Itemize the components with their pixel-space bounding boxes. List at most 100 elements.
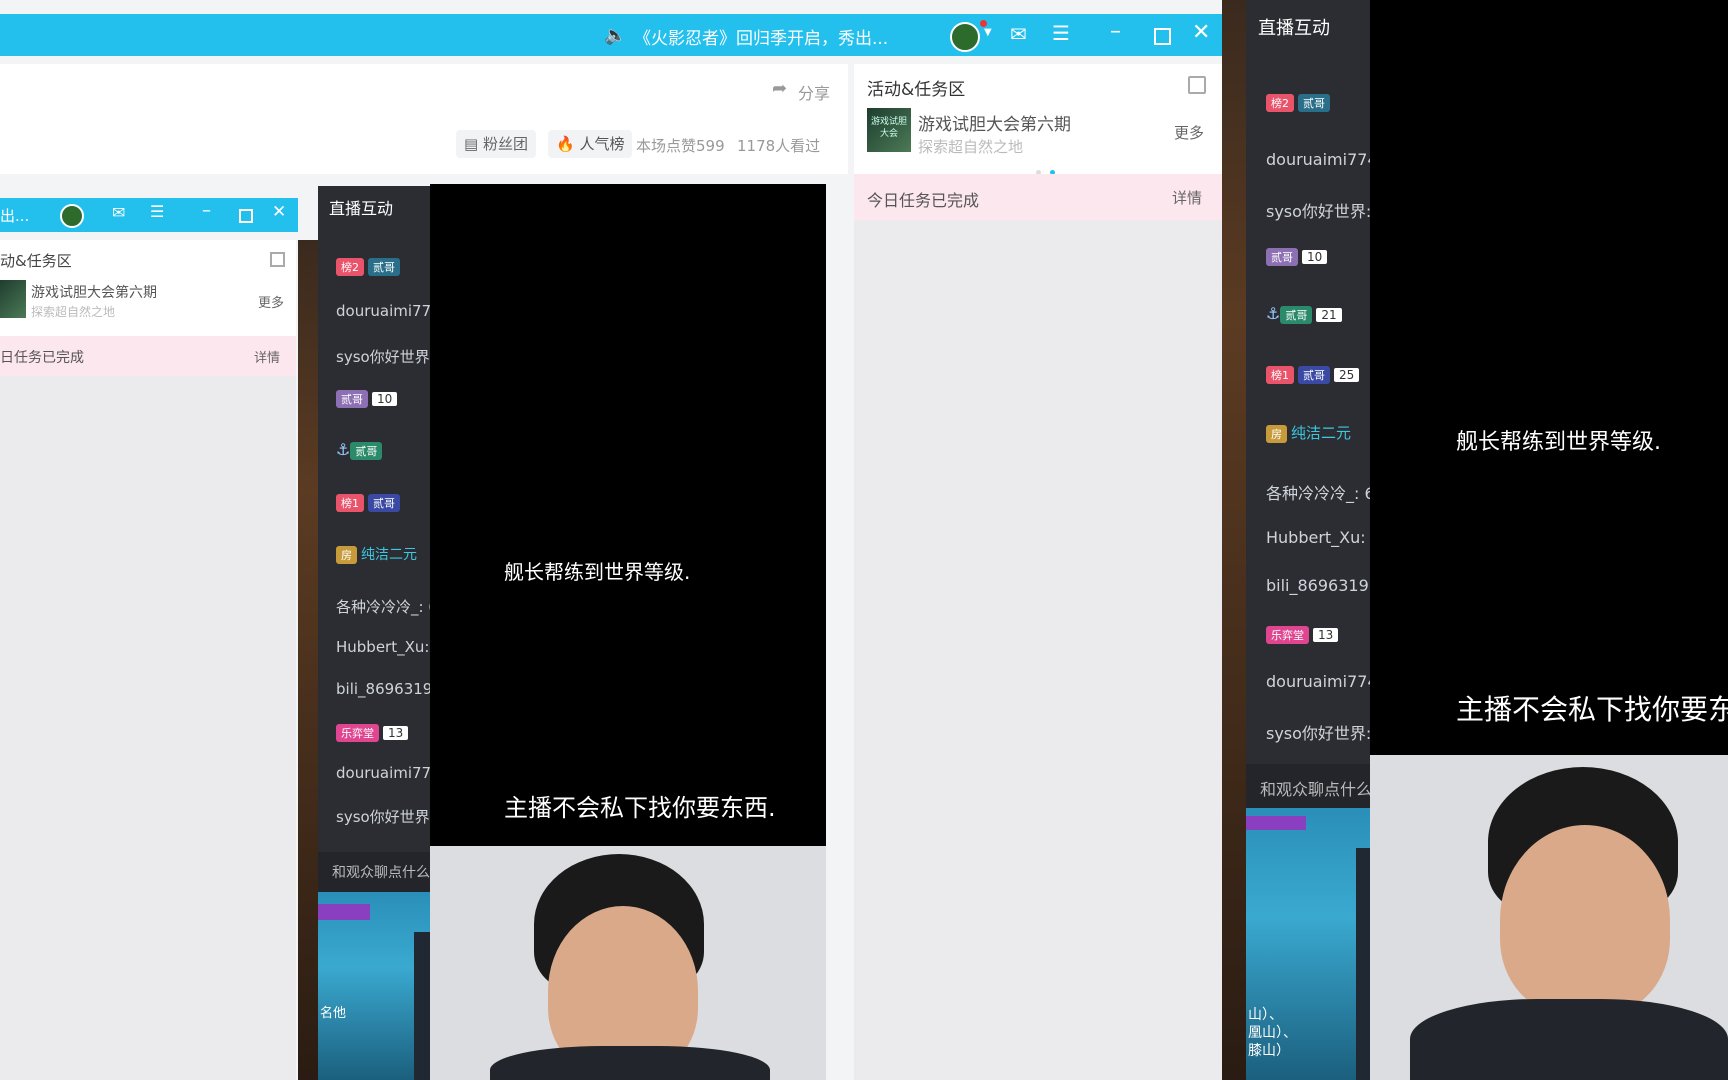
room-badge: 房: [1266, 425, 1287, 443]
mail-icon[interactable]: ✉: [1010, 22, 1027, 46]
medal-badge: 贰哥: [1298, 94, 1330, 112]
game-preview: 名他: [318, 892, 430, 1080]
nested-event-name[interactable]: 游戏试胆大会第六期: [31, 282, 157, 302]
chat-title: 直播互动: [1258, 18, 1330, 39]
nested-task-bar[interactable]: 日任务已完成 详情: [0, 336, 296, 376]
chat-input-bar[interactable]: 和观众聊点什么: [318, 852, 430, 892]
main-title-bar: 🔈 《火影忍者》回归季开启，秀出... ▼ ✉ ☰ – ✕: [0, 14, 1222, 56]
chat-item: douruaimi774: [336, 764, 430, 782]
popularity-button[interactable]: 🔥 人气榜: [548, 130, 633, 158]
task-bar[interactable]: 今日任务已完成 详情: [854, 174, 1222, 220]
rank-badge: 榜2: [336, 258, 364, 276]
subtitle-line-2: 主播不会私下找你要东西.: [504, 794, 776, 822]
chat-item: Hubbert_Xu: 6: [1266, 528, 1370, 547]
medal-badge: 贰哥: [1298, 366, 1330, 384]
chat-item: 房纯洁二元: [1266, 422, 1370, 480]
chat-panel-right: 直播互动 榜2 贰哥 douruaimi774 syso你好世界: 贰哥 10 ⚓ 贰…: [1246, 0, 1370, 1080]
chat-item: 榜2 贰哥: [1266, 92, 1370, 150]
announcement-text[interactable]: 《火影忍者》回归季开启，秀出...: [634, 24, 888, 49]
chat-item: 各种冷冷冷_: 6: [336, 598, 430, 616]
chat-item: douruaimi774: [1266, 150, 1370, 169]
room-badge: 房: [336, 546, 357, 564]
nested-collapse-icon[interactable]: [270, 252, 285, 267]
event-thumbnail[interactable]: 游戏试胆大会: [867, 108, 911, 152]
fans-icon: ▤: [464, 135, 479, 153]
chevron-down-icon[interactable]: ▼: [984, 27, 992, 38]
rank-badge: 榜1: [336, 494, 364, 512]
nested-avatar[interactable]: [60, 204, 84, 228]
collapse-icon[interactable]: [1188, 76, 1206, 94]
chat-item: syso你好世界:: [1266, 724, 1370, 743]
level-badge: 13: [383, 726, 409, 740]
detail-link[interactable]: 详情: [1172, 187, 1202, 208]
maximize-icon[interactable]: [1154, 28, 1171, 45]
chat-input-bar[interactable]: 和观众聊点什么: [1246, 764, 1370, 808]
chat-item: 贰哥 10: [1266, 246, 1370, 304]
game-text: 名他: [320, 1006, 347, 1021]
level-badge: 10: [1302, 250, 1328, 264]
nested-menu-icon[interactable]: ☰: [150, 202, 164, 221]
nested-detail-link[interactable]: 详情: [254, 347, 280, 366]
chat-list: 榜2 贰哥 douruaimi774 syso你好世界: 贰哥 10 ⚓ 贰哥 21 榜…: [1266, 92, 1370, 760]
fans-label: 粉丝团: [482, 135, 528, 153]
chat-item: Hubbert_Xu: 6: [336, 638, 430, 656]
chat-item: 贰哥 10: [336, 388, 430, 440]
medal-badge: 贰哥: [1266, 248, 1298, 266]
video-player-middle[interactable]: 舰长帮练到世界等级. 主播不会私下找你要东西.: [430, 184, 826, 846]
flame-icon: 🔥: [556, 135, 575, 153]
share-button[interactable]: 分享: [798, 80, 830, 104]
level-badge: 21: [1316, 308, 1342, 322]
nested-more-button[interactable]: 更多: [258, 292, 284, 311]
minimize-icon[interactable]: –: [1110, 19, 1121, 44]
nested-maximize-icon[interactable]: [239, 209, 253, 223]
video-player-right[interactable]: 舰长帮练到世界等级. 主播不会私下找你要东西.: [1370, 0, 1728, 755]
more-button[interactable]: 更多: [1174, 122, 1204, 143]
event-name[interactable]: 游戏试胆大会第六期: [918, 110, 1071, 135]
game-text: 山）、: [1248, 1007, 1283, 1023]
share-icon[interactable]: ➦: [772, 78, 787, 99]
close-icon[interactable]: ✕: [1192, 20, 1210, 45]
rank-badge: 榜2: [1266, 94, 1294, 112]
subtitle-line-1: 舰长帮练到世界等级.: [504, 560, 691, 584]
room-name: 纯洁二元: [1291, 424, 1352, 442]
right-frame-border: [1222, 0, 1246, 1080]
nested-frame-border: [298, 240, 318, 1080]
chat-item: syso你好世界:: [336, 808, 430, 826]
chat-item: bili_86963197: [1266, 576, 1370, 595]
menu-icon[interactable]: ☰: [1052, 21, 1070, 45]
popularity-label: 人气榜: [579, 135, 625, 153]
chat-item: syso你好世界:: [336, 348, 430, 366]
nested-thumbnail[interactable]: [0, 280, 26, 318]
nested-empty-area: [0, 376, 296, 1080]
chat-input-placeholder: 和观众聊点什么: [1260, 780, 1370, 799]
chat-title: 直播互动: [329, 199, 394, 218]
nested-mail-icon[interactable]: ✉: [112, 203, 125, 222]
nested-task-status: 日任务已完成: [0, 350, 84, 366]
medal-badge: 乐弈堂: [336, 724, 379, 742]
chat-item: 乐弈堂 13: [1266, 624, 1370, 672]
nested-activity-panel: 动&任务区 游戏试胆大会第六期 探索超自然之地 更多: [0, 240, 296, 336]
anchor-icon: ⚓: [336, 440, 351, 459]
anchor-icon: ⚓: [1266, 304, 1281, 323]
chat-item: ⚓ 贰哥: [336, 440, 430, 492]
game-text: 凰山）、: [1248, 1025, 1297, 1041]
streamer-camera-middle: [430, 846, 826, 1080]
task-status: 今日任务已完成: [867, 191, 980, 210]
nested-minimize-icon[interactable]: –: [202, 200, 211, 221]
subtitle-line-1: 舰长帮练到世界等级.: [1456, 430, 1661, 455]
chat-panel-middle: 直播互动 榜2贰哥 douruaimi774 syso你好世界: 贰哥10 ⚓贰…: [318, 186, 430, 1080]
nested-close-icon[interactable]: ✕: [272, 202, 286, 222]
chat-item: bili_86963197: [336, 680, 430, 698]
activity-panel: 活动&任务区 游戏试胆大会 游戏试胆大会第六期 探索超自然之地 更多: [854, 64, 1222, 175]
medal-badge: 乐弈堂: [1266, 626, 1309, 644]
nested-activity-title: 动&任务区: [0, 252, 72, 270]
nested-event-subtitle: 探索超自然之地: [31, 305, 116, 319]
level-badge: 25: [1334, 368, 1360, 382]
fans-club-button[interactable]: ▤ 粉丝团: [456, 130, 536, 158]
likes-count: 本场点赞599: [636, 137, 725, 155]
chat-item: 榜1 贰哥 25: [1266, 364, 1370, 422]
medal-badge: 贰哥: [1280, 306, 1313, 324]
avatar[interactable]: [950, 22, 980, 52]
chat-item: 各种冷冷冷_: 6: [1266, 484, 1370, 503]
chat-item: 榜2 贰哥: [336, 256, 430, 302]
